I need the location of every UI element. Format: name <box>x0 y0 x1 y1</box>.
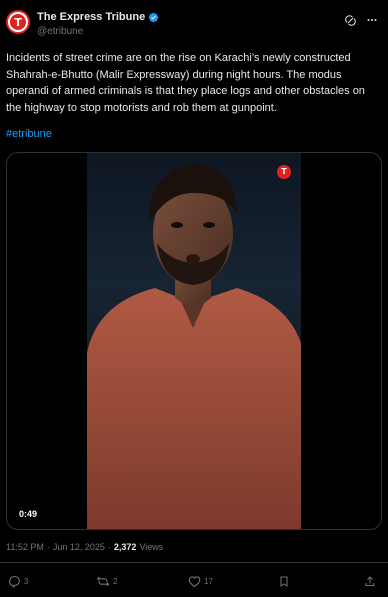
person-figure <box>87 163 301 529</box>
meta-separator: · <box>107 542 111 552</box>
video-duration: 0:49 <box>15 507 42 521</box>
top-actions <box>345 14 378 26</box>
post-text: Incidents of street crime are on the ris… <box>6 52 365 114</box>
post-time[interactable]: 11:52 PM <box>6 542 44 552</box>
bookmark-icon <box>280 576 288 587</box>
author-display-name[interactable]: The Express Tribune <box>37 11 145 23</box>
avatar-logo-letter: T <box>14 15 22 29</box>
reply-button[interactable]: 3 <box>8 575 28 588</box>
meta-separator: · <box>46 542 50 552</box>
channel-logo-icon: T <box>277 165 291 179</box>
action-bar: 3 2 17 <box>0 572 388 592</box>
video-media[interactable]: T 0:49 <box>6 152 382 530</box>
verified-badge-icon <box>149 12 159 22</box>
share-button[interactable] <box>364 575 376 588</box>
video-player[interactable]: T <box>87 153 301 529</box>
post-date[interactable]: Jun 12, 2025 <box>53 542 105 552</box>
share-icon <box>365 576 375 586</box>
divider <box>0 562 388 563</box>
reply-icon <box>9 576 20 588</box>
bookmark-button[interactable] <box>278 575 290 588</box>
author-handle[interactable]: @etribune <box>37 26 159 37</box>
like-icon <box>188 576 201 588</box>
hashtag-link[interactable]: #etribune <box>6 128 52 140</box>
repost-button[interactable]: 2 <box>96 575 117 588</box>
repost-count: 2 <box>113 577 118 586</box>
tweet: T The Express Tribune @etribune Incident… <box>0 0 388 597</box>
like-count: 17 <box>204 577 213 586</box>
views-label: Views <box>139 542 164 552</box>
author-info: The Express Tribune @etribune <box>37 11 159 37</box>
like-button[interactable]: 17 <box>188 575 213 588</box>
views-count: 2,372 <box>113 542 137 552</box>
grok-icon[interactable] <box>345 14 356 26</box>
more-icon[interactable] <box>366 14 378 26</box>
repost-icon <box>96 576 110 587</box>
author-avatar[interactable]: T <box>6 10 30 34</box>
post-meta: 11:52 PM · Jun 12, 2025 · 2,372 Views <box>6 542 163 552</box>
reply-count: 3 <box>24 577 29 586</box>
